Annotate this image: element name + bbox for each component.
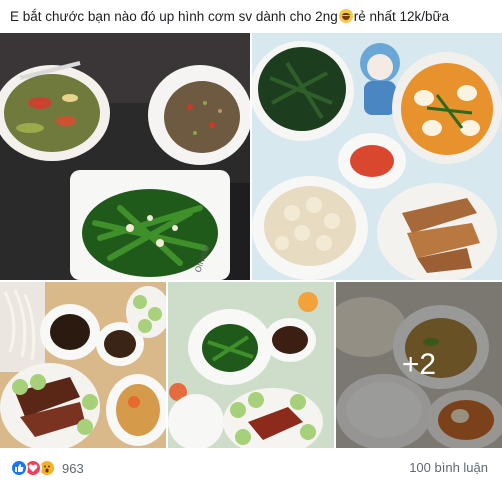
post-caption: E bắt chước bạn nào đó up hình cơm sv dà… — [10, 8, 494, 26]
food-photo-grilled-meat — [0, 282, 166, 448]
caption-text: E bắt chước bạn nào đó up hình cơm sv dà… — [10, 9, 338, 24]
reactions-summary[interactable]: 963 — [10, 458, 84, 478]
photo-3[interactable] — [0, 282, 166, 448]
post-footer: 963 100 bình luận — [0, 452, 502, 488]
photo-5-more[interactable]: +2 — [336, 282, 502, 448]
food-photo-stir-fried-greens: Olivola — [0, 33, 250, 280]
photo-2[interactable] — [252, 33, 502, 280]
more-photos-overlay[interactable]: +2 — [336, 282, 502, 448]
comment-count-link[interactable]: 100 bình luận — [409, 460, 488, 475]
grinning-sweat-emoji-icon — [338, 9, 353, 23]
like-icon — [10, 459, 28, 477]
photo-4[interactable] — [168, 282, 334, 448]
reaction-count: 963 — [62, 460, 84, 476]
caption-suffix: rẻ nhất 12k/bữa — [353, 9, 450, 24]
food-photo-eggs-and-tofu — [252, 33, 502, 280]
photo-1[interactable]: Olivola — [0, 33, 250, 280]
food-photo-greens-and-pork — [168, 282, 334, 448]
